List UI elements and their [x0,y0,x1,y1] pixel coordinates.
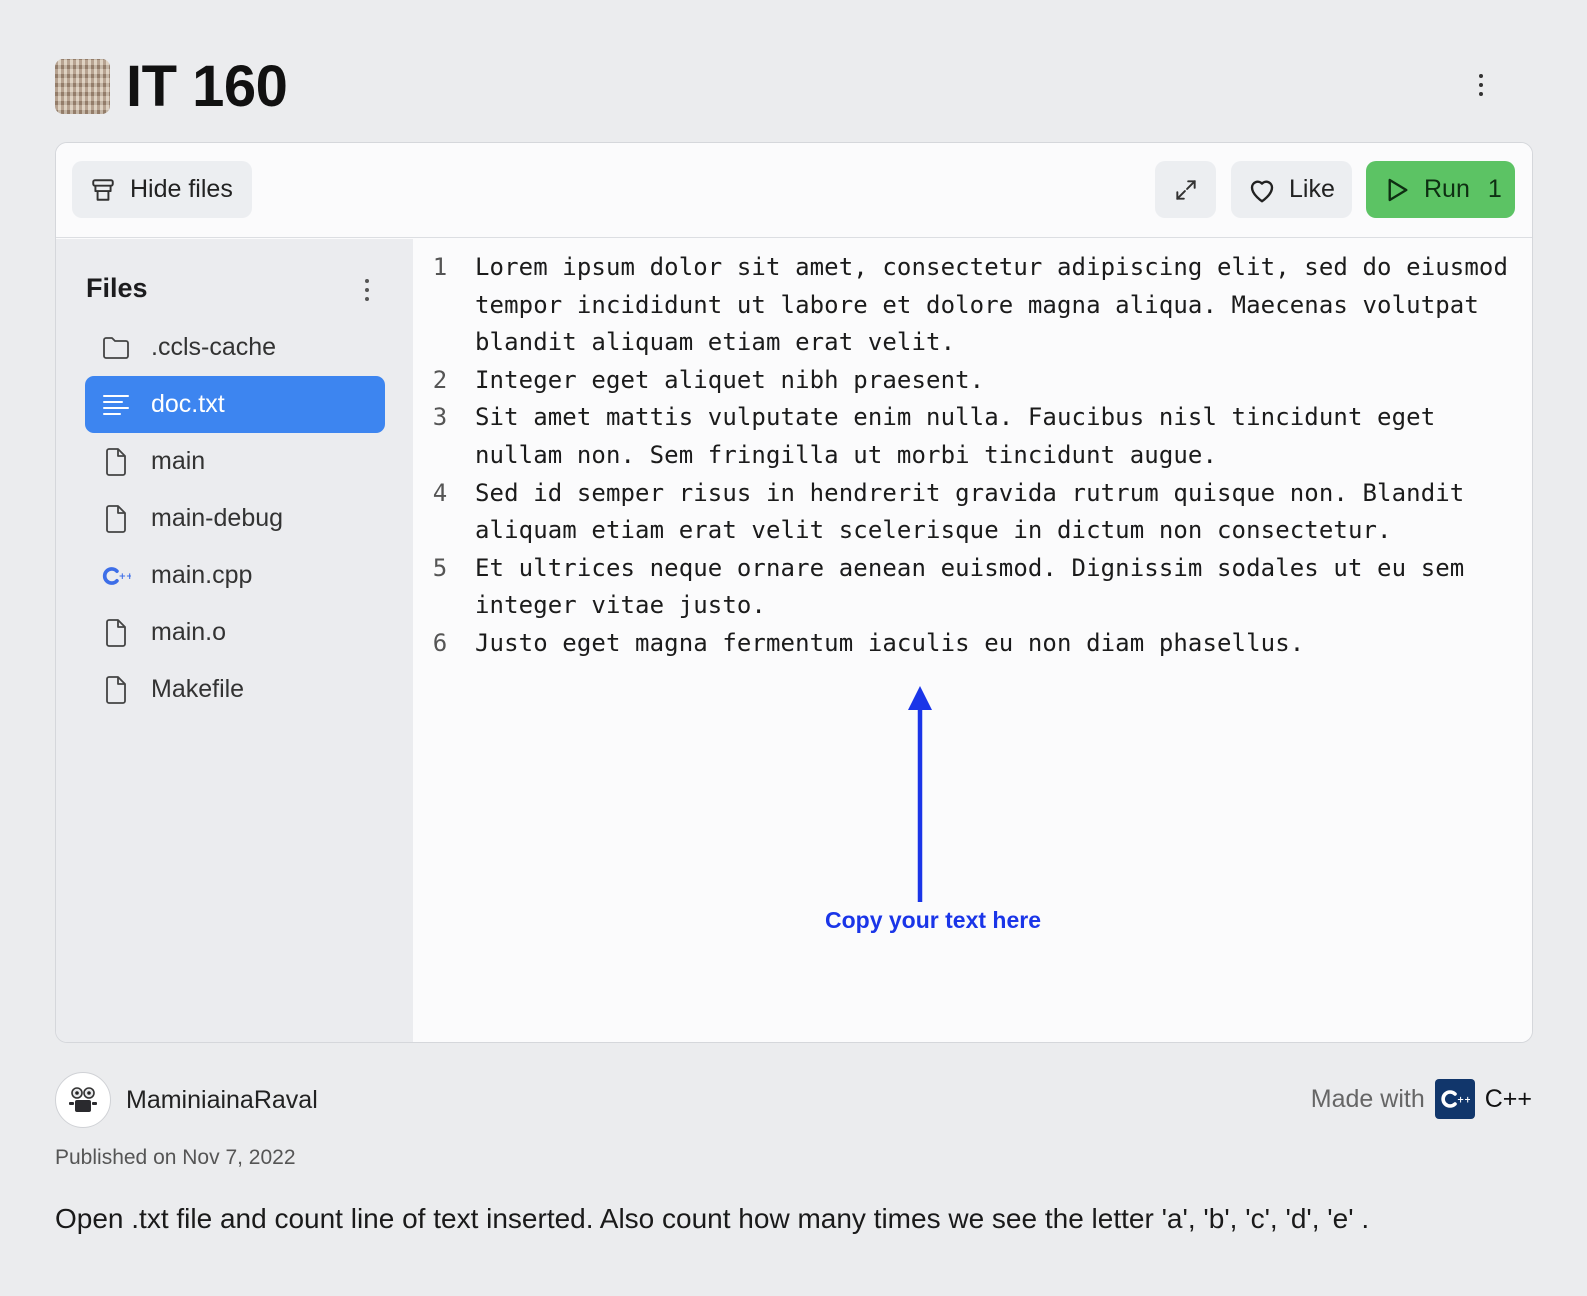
line-text[interactable]: Sit amet mattis vulputate enim nulla. Fa… [475,399,1515,474]
made-with-prefix: Made with [1310,1084,1425,1113]
editor-line: 6 Justo eget magna fermentum iaculis eu … [413,625,1532,663]
file-name: doc.txt [151,390,225,418]
made-with-badge[interactable]: Made with ++ C++ [1311,1079,1532,1119]
repl-cover-image [55,58,110,114]
editor-line: 4 Sed id semper risus in hendrerit gravi… [413,475,1532,550]
file-name: Makefile [151,675,245,703]
line-text[interactable]: Et ultrices neque ornare aenean euismod.… [475,550,1515,625]
more-options-icon[interactable] [1469,68,1493,102]
svg-text:++: ++ [119,572,131,582]
repl-title: IT 160 [126,53,288,119]
text-file-icon [101,390,131,420]
annotation-arrow [908,686,932,902]
play-icon [1386,177,1410,203]
line-number: 2 [432,365,448,394]
run-button[interactable]: Run 1 [1366,161,1515,218]
heart-icon [1247,176,1277,204]
files-menu-icon[interactable] [356,275,378,305]
svg-text:++: ++ [1457,1096,1470,1106]
file-icon [101,618,131,648]
editor-line: 1 Lorem ipsum dolor sit amet, consectetu… [413,249,1532,362]
code-editor[interactable]: 1 Lorem ipsum dolor sit amet, consectetu… [413,239,1532,1042]
cpp-icon: ++ [101,561,131,591]
published-date: Published on Nov 7, 2022 [55,1146,296,1169]
file-name: main.o [151,618,227,646]
repl-description: Open .txt file and count line of text in… [55,1203,1370,1234]
files-heading: Files [86,273,148,303]
hide-files-button[interactable]: Hide files [72,161,252,218]
editor-line: 3 Sit amet mattis vulputate enim nulla. … [413,399,1532,474]
like-label: Like [1289,175,1335,203]
cpp-language-icon: ++ [1434,1079,1475,1119]
hide-files-label: Hide files [130,175,233,203]
repl-embed-panel: Hide files Like Run 1 Files .ccls-cache … [55,142,1533,1043]
editor-line: 5 Et ultrices neque ornare aenean euismo… [413,550,1532,625]
files-stack-icon [90,177,116,203]
author-row: MaminiainaRaval [55,1072,318,1128]
line-text[interactable]: Justo eget magna fermentum iaculis eu no… [475,625,1515,663]
repl-header: IT 160 [55,54,1533,119]
file-item-doc-txt[interactable]: doc.txt [85,376,385,433]
run-label: Run [1424,175,1470,203]
line-number: 5 [432,553,448,582]
file-item-ccls-cache[interactable]: .ccls-cache [85,319,385,376]
author-avatar[interactable] [55,1072,111,1128]
file-icon [101,504,131,534]
annotation-label: Copy your text here [825,907,1041,933]
file-icon [101,447,131,477]
line-text[interactable]: Integer eget aliquet nibh praesent. [475,362,1515,400]
expand-button[interactable] [1155,161,1216,218]
folder-icon [101,333,131,363]
file-item-makefile[interactable]: Makefile [85,661,385,718]
expand-icon [1173,177,1199,203]
line-text[interactable]: Lorem ipsum dolor sit amet, consectetur … [475,249,1515,362]
language-name: C++ [1484,1084,1532,1113]
file-item-main-debug[interactable]: main-debug [85,490,385,547]
file-name: main.cpp [151,561,253,589]
file-icon [101,675,131,705]
robot-avatar-icon [69,1087,97,1112]
file-sidebar: Files .ccls-cache doc.txt main main-debu… [56,239,413,1042]
file-item-main-cpp[interactable]: ++ main.cpp [85,547,385,604]
file-name: main [151,447,206,475]
file-item-main[interactable]: main [85,433,385,490]
like-button[interactable]: Like [1231,161,1352,218]
file-item-main-o[interactable]: main.o [85,604,385,661]
file-name: .ccls-cache [151,333,277,361]
line-number: 1 [432,253,448,281]
editor-line: 2 Integer eget aliquet nibh praesent. [413,362,1532,400]
author-name[interactable]: MaminiainaRaval [126,1086,318,1115]
line-number: 6 [432,628,448,657]
file-list: .ccls-cache doc.txt main main-debug + ma… [85,319,385,718]
editor-lines: 1 Lorem ipsum dolor sit amet, consectetu… [413,249,1532,663]
run-count: 1 [1487,175,1502,203]
file-name: main-debug [151,504,284,532]
line-number: 3 [432,403,448,432]
line-number: 4 [432,478,448,507]
toolbar: Hide files Like Run 1 [56,143,1532,238]
line-text[interactable]: Sed id semper risus in hendrerit gravida… [475,475,1515,550]
